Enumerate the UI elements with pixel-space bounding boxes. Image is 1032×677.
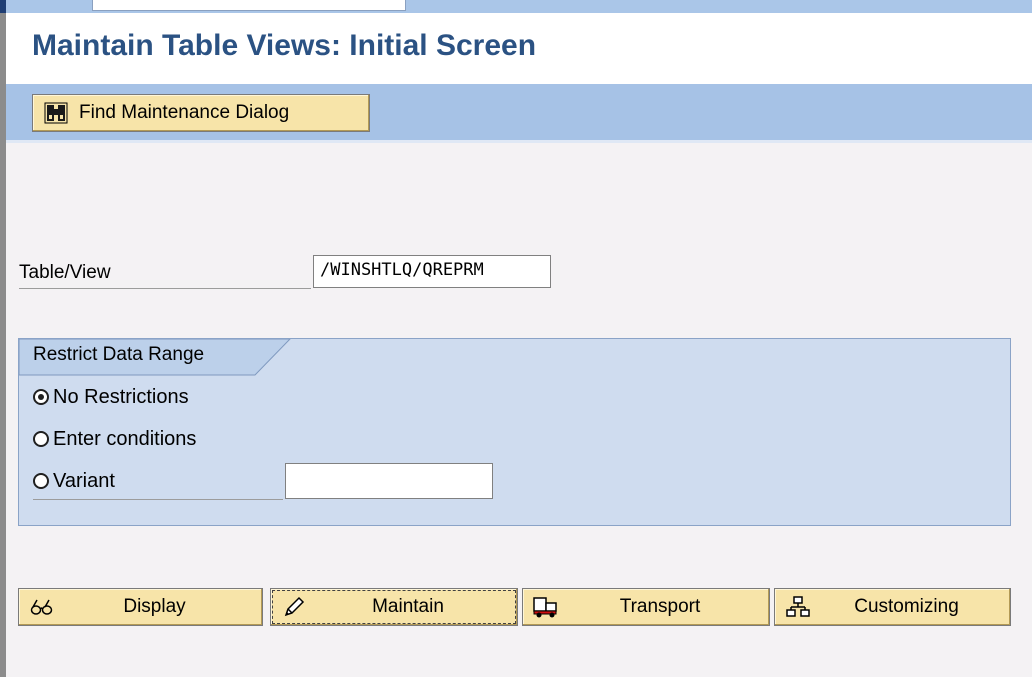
- find-maintenance-dialog-label: Find Maintenance Dialog: [79, 102, 290, 123]
- command-field[interactable]: [92, 0, 406, 11]
- transport-label: Transport: [619, 596, 701, 617]
- radio-no-restrictions-label: No Restrictions: [53, 385, 189, 408]
- customizing-label: Customizing: [854, 596, 959, 617]
- table-view-label: Table/View: [19, 258, 311, 289]
- hierarchy-icon: [783, 592, 813, 622]
- radio-no-restrictions[interactable]: No Restrictions: [33, 380, 189, 414]
- binoculars-icon: [41, 98, 71, 128]
- display-label: Display: [123, 596, 186, 617]
- variant-input[interactable]: [285, 463, 493, 499]
- table-view-input[interactable]: /WINSHTLQ/QREPRM: [313, 255, 551, 288]
- truck-icon: [531, 592, 561, 622]
- radio-enter-conditions-label: Enter conditions: [53, 427, 197, 450]
- window-edge: [0, 0, 6, 13]
- top-strip: [0, 0, 1032, 13]
- find-maintenance-dialog-button[interactable]: Find Maintenance Dialog: [32, 94, 370, 132]
- radio-checked-icon[interactable]: [33, 389, 49, 405]
- display-button[interactable]: Display: [18, 588, 263, 626]
- variant-label-underline: [33, 499, 283, 500]
- customizing-button[interactable]: Customizing: [774, 588, 1011, 626]
- pencil-icon: [279, 592, 309, 622]
- maintain-button[interactable]: Maintain: [270, 588, 518, 626]
- title-bar: Maintain Table Views: Initial Screen: [6, 13, 1032, 84]
- radio-enter-conditions[interactable]: Enter conditions: [33, 422, 196, 456]
- radio-variant-label: Variant: [53, 469, 115, 492]
- radio-variant[interactable]: Variant: [33, 464, 115, 498]
- glasses-icon: [27, 592, 57, 622]
- maintain-label: Maintain: [372, 596, 444, 617]
- page-title: Maintain Table Views: Initial Screen: [32, 29, 537, 62]
- group-title: Restrict Data Range: [33, 344, 205, 365]
- restrict-data-range-group: Restrict Data Range No Restrictions Ente…: [18, 338, 1011, 526]
- radio-unchecked-icon[interactable]: [33, 431, 49, 447]
- transport-button[interactable]: Transport: [522, 588, 770, 626]
- application-toolbar: Find Maintenance Dialog: [6, 84, 1032, 143]
- radio-unchecked-icon[interactable]: [33, 473, 49, 489]
